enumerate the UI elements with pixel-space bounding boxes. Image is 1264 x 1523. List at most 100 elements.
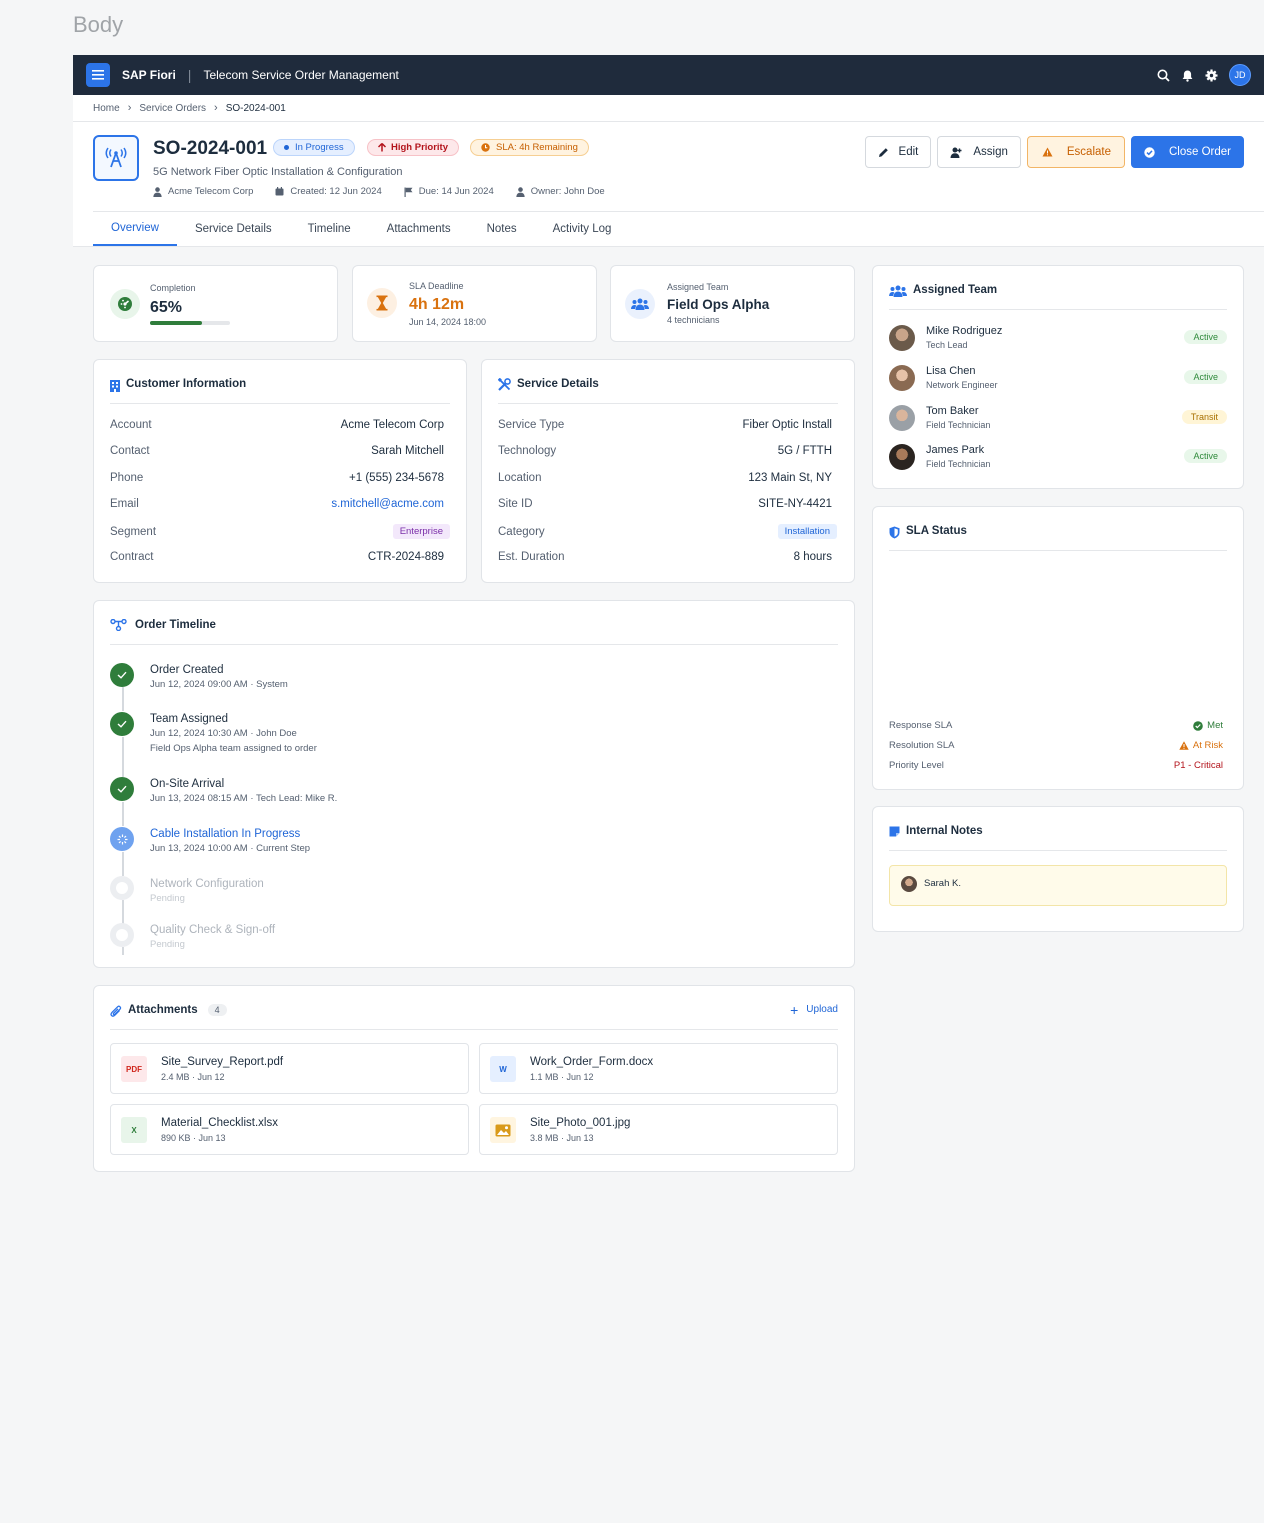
timeline-connector xyxy=(122,737,124,777)
file-item[interactable]: W Work_Order_Form.docx 1.1 MB · Jun 12 xyxy=(479,1043,838,1094)
calendar-icon xyxy=(275,187,284,196)
breadcrumb-service-orders[interactable]: Service Orders xyxy=(139,103,206,114)
attachments-header: Attachments 4 + Upload xyxy=(110,1001,838,1030)
tab-notes[interactable]: Notes xyxy=(469,212,535,246)
priority-badge-label: High Priority xyxy=(391,142,449,153)
assign-button-label: Assign xyxy=(973,146,1008,158)
escalate-button[interactable]: Escalate xyxy=(1026,136,1125,168)
internal-notes-card: Internal Notes Sarah K. xyxy=(872,806,1244,932)
team-member[interactable]: Lisa Chen Network Engineer Active xyxy=(889,364,1227,394)
file-item[interactable]: Site_Photo_001.jpg 3.8 MB · Jun 13 xyxy=(479,1104,838,1155)
status-badge: Active xyxy=(1184,449,1227,463)
kpi-team-sub: 4 technicians xyxy=(667,315,720,325)
menu-button[interactable] xyxy=(86,63,110,87)
edit-button-label: Edit xyxy=(898,146,919,158)
meta-customer: Acme Telecom Corp xyxy=(153,186,253,197)
excel-file-icon: X xyxy=(121,1117,147,1143)
pending-circle-icon xyxy=(110,923,134,947)
member-name: Mike Rodriguez xyxy=(926,325,1003,337)
tab-attachments[interactable]: Attachments xyxy=(369,212,469,246)
kpi-sla-deadline: SLA Deadline 4h 12m Jun 14, 2024 18:00 xyxy=(352,265,597,342)
plus-icon: + xyxy=(790,1001,799,1018)
assign-button[interactable]: Assign xyxy=(937,136,1021,168)
order-subtitle: 5G Network Fiber Optic Installation & Co… xyxy=(153,166,403,178)
file-item[interactable]: PDF Site_Survey_Report.pdf 2.4 MB · Jun … xyxy=(110,1043,469,1094)
field-label: Contact xyxy=(110,445,150,457)
file-name: Material_Checklist.xlsx xyxy=(161,1117,278,1129)
upload-button[interactable]: + Upload xyxy=(790,1001,838,1018)
breadcrumb-home[interactable]: Home xyxy=(93,103,120,114)
kpi-completion-value: 65% xyxy=(150,299,183,316)
field-value: 5G / FTTH xyxy=(777,445,832,457)
team-member[interactable]: Tom Baker Field Technician Transit xyxy=(889,404,1227,434)
edit-button[interactable]: Edit xyxy=(864,136,932,168)
avatar xyxy=(901,876,917,892)
pending-circle-icon xyxy=(110,876,134,900)
gear-icon[interactable] xyxy=(1205,69,1218,82)
file-meta: 3.8 MB · Jun 13 xyxy=(530,1133,594,1143)
kpi-team-label: Assigned Team xyxy=(667,282,729,292)
file-item[interactable]: X Material_Checklist.xlsx 890 KB · Jun 1… xyxy=(110,1104,469,1155)
order-timeline-card: Order Timeline Order Created Jun 12, 202… xyxy=(93,600,855,968)
flag-icon xyxy=(404,187,413,197)
user-avatar[interactable]: JD xyxy=(1229,64,1251,86)
field-label: Technology xyxy=(498,445,557,457)
sla-badge-label: SLA: 4h Remaining xyxy=(496,142,578,153)
file-name: Site_Photo_001.jpg xyxy=(530,1117,631,1129)
spinner-icon xyxy=(110,827,134,851)
timeline-item-title: Order Created xyxy=(150,664,224,676)
app-window: SAP Fiori | Telecom Service Order Manage… xyxy=(73,55,1264,247)
shell-app-title: Telecom Service Order Management xyxy=(203,68,399,82)
sla-value-text: At Risk xyxy=(1192,740,1223,751)
check-circle-icon xyxy=(1144,146,1155,158)
attachments-title: Attachments xyxy=(128,1004,198,1016)
sla-label: Priority Level xyxy=(889,760,944,771)
bell-icon[interactable] xyxy=(1181,69,1194,82)
check-icon xyxy=(110,663,134,687)
team-member[interactable]: Mike Rodriguez Tech Lead Active xyxy=(889,324,1227,354)
service-row-technology: Technology 5G / FTTH xyxy=(498,445,832,457)
kpi-assigned-team: Assigned Team Field Ops Alpha 4 technici… xyxy=(610,265,855,342)
completion-progress-fill xyxy=(150,321,202,325)
close-order-button-label: Close Order xyxy=(1169,146,1231,158)
completion-progress-bar xyxy=(150,321,230,325)
segment-tag: Enterprise xyxy=(392,524,450,539)
field-label: Email xyxy=(110,498,139,510)
kpi-sla-value: 4h 12m xyxy=(409,296,465,313)
sla-row-response: Response SLA Met xyxy=(889,720,1223,731)
tab-overview[interactable]: Overview xyxy=(93,212,177,246)
meta-owner: Owner: John Doe xyxy=(516,186,605,197)
file-name: Site_Survey_Report.pdf xyxy=(161,1056,284,1068)
field-value: SITE-NY-4421 xyxy=(758,498,832,510)
meta-customer-text: Acme Telecom Corp xyxy=(168,186,254,197)
field-label: Contract xyxy=(110,551,154,563)
pdf-file-icon: PDF xyxy=(121,1056,147,1082)
timeline-title: Order Timeline xyxy=(135,619,216,631)
tab-activity-log[interactable]: Activity Log xyxy=(535,212,630,246)
customer-row-contact: Contact Sarah Mitchell xyxy=(110,445,444,457)
page-section-label: Body xyxy=(73,12,124,37)
status-badge-label: In Progress xyxy=(295,142,344,153)
service-row-duration: Est. Duration 8 hours xyxy=(498,551,832,563)
chevron-right-icon: › xyxy=(127,102,132,114)
note-author: Sarah K. xyxy=(924,878,961,889)
search-icon[interactable] xyxy=(1157,69,1170,82)
field-label: Category xyxy=(498,525,545,538)
tab-service-details[interactable]: Service Details xyxy=(177,212,290,246)
breadcrumb-current: SO-2024-001 xyxy=(225,102,286,114)
timeline-header: Order Timeline xyxy=(110,619,838,645)
team-member[interactable]: James Park Field Technician Active xyxy=(889,443,1227,473)
shell-brand[interactable]: SAP Fiori xyxy=(122,68,176,82)
customer-info-title: Customer Information xyxy=(126,378,247,390)
service-row-category: Category Installation xyxy=(498,524,837,539)
field-label: Est. Duration xyxy=(498,551,565,563)
sla-value-critical: P1 - Critical xyxy=(1173,760,1223,771)
person-icon xyxy=(153,186,162,197)
tab-timeline[interactable]: Timeline xyxy=(290,212,369,246)
timeline-item-sub: Jun 13, 2024 08:15 AM · Tech Lead: Mike … xyxy=(150,793,338,804)
shell-separator: | xyxy=(187,67,192,83)
email-link[interactable]: s.mitchell@acme.com xyxy=(331,498,444,510)
status-badge: Transit xyxy=(1181,410,1227,424)
close-order-button[interactable]: Close Order xyxy=(1131,136,1244,168)
shield-icon xyxy=(889,526,900,539)
